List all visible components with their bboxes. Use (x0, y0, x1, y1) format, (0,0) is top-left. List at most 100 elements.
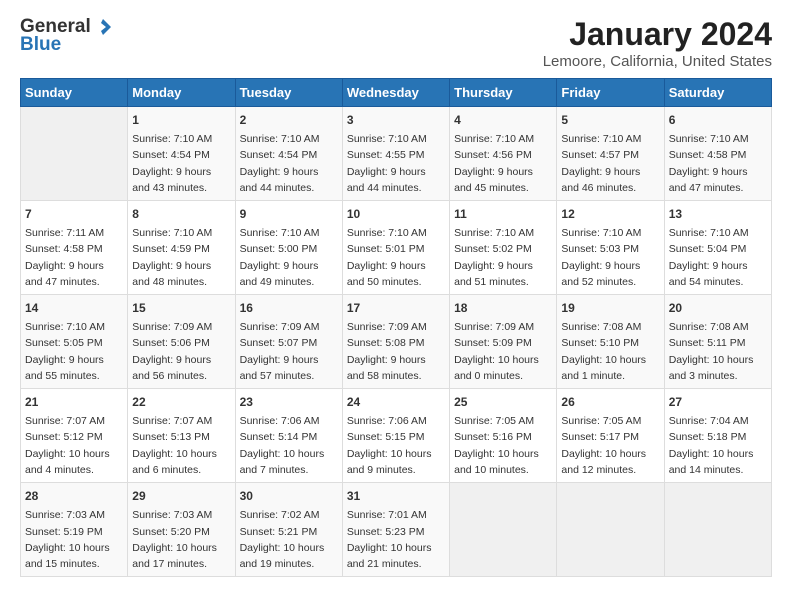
title-block: January 2024 Lemoore, California, United… (543, 16, 772, 70)
day-info: Sunrise: 7:10 AM Sunset: 4:56 PM Dayligh… (454, 131, 552, 196)
calendar-week-row: 7 Sunrise: 7:11 AM Sunset: 4:58 PM Daylig… (21, 201, 772, 295)
day-info: Sunrise: 7:10 AM Sunset: 4:54 PM Dayligh… (132, 131, 230, 196)
column-header-saturday: Saturday (664, 79, 771, 107)
calendar-cell: 1 Sunrise: 7:10 AM Sunset: 4:54 PM Daylig… (128, 107, 235, 201)
day-number: 20 (669, 299, 767, 317)
day-number: 24 (347, 393, 445, 411)
day-number: 12 (561, 205, 659, 223)
day-info: Sunrise: 7:09 AM Sunset: 5:08 PM Dayligh… (347, 319, 445, 384)
day-info: Sunrise: 7:09 AM Sunset: 5:06 PM Dayligh… (132, 319, 230, 384)
calendar-cell: 27 Sunrise: 7:04 AM Sunset: 5:18 PM Dayli… (664, 389, 771, 483)
calendar-cell: 24Sunrise: 7:06 AM Sunset: 5:15 PM Dayli… (342, 389, 449, 483)
day-info: Sunrise: 7:03 AM Sunset: 5:20 PM Dayligh… (132, 507, 230, 572)
calendar-cell: 14Sunrise: 7:10 AM Sunset: 5:05 PM Dayli… (21, 295, 128, 389)
day-number: 30 (240, 487, 338, 505)
day-number: 2 (240, 111, 338, 129)
day-number: 3 (347, 111, 445, 129)
day-info: Sunrise: 7:10 AM Sunset: 5:00 PM Dayligh… (240, 225, 338, 290)
calendar-cell: 28 Sunrise: 7:03 AM Sunset: 5:19 PM Dayli… (21, 483, 128, 577)
day-number: 6 (669, 111, 767, 129)
day-info: Sunrise: 7:11 AM Sunset: 4:58 PM Dayligh… (25, 225, 123, 290)
calendar-cell: 5 Sunrise: 7:10 AM Sunset: 4:57 PM Daylig… (557, 107, 664, 201)
calendar-cell: 20 Sunrise: 7:08 AM Sunset: 5:11 PM Dayli… (664, 295, 771, 389)
calendar-cell: 29Sunrise: 7:03 AM Sunset: 5:20 PM Dayli… (128, 483, 235, 577)
calendar-cell: 31 Sunrise: 7:01 AM Sunset: 5:23 PM Dayli… (342, 483, 449, 577)
calendar-cell: 19Sunrise: 7:08 AM Sunset: 5:10 PM Dayli… (557, 295, 664, 389)
column-header-thursday: Thursday (450, 79, 557, 107)
day-info: Sunrise: 7:02 AM Sunset: 5:21 PM Dayligh… (240, 507, 338, 572)
day-info: Sunrise: 7:01 AM Sunset: 5:23 PM Dayligh… (347, 507, 445, 572)
calendar-cell: 2Sunrise: 7:10 AM Sunset: 4:54 PM Daylig… (235, 107, 342, 201)
page-subtitle: Lemoore, California, United States (543, 53, 772, 70)
day-info: Sunrise: 7:10 AM Sunset: 5:01 PM Dayligh… (347, 225, 445, 290)
calendar-cell: 10Sunrise: 7:10 AM Sunset: 5:01 PM Dayli… (342, 201, 449, 295)
calendar-cell (21, 107, 128, 201)
day-number: 17 (347, 299, 445, 317)
day-info: Sunrise: 7:10 AM Sunset: 4:55 PM Dayligh… (347, 131, 445, 196)
calendar-cell: 12Sunrise: 7:10 AM Sunset: 5:03 PM Dayli… (557, 201, 664, 295)
day-info: Sunrise: 7:09 AM Sunset: 5:07 PM Dayligh… (240, 319, 338, 384)
column-header-monday: Monday (128, 79, 235, 107)
day-info: Sunrise: 7:07 AM Sunset: 5:12 PM Dayligh… (25, 413, 123, 478)
day-number: 9 (240, 205, 338, 223)
logo-blue-text: Blue (20, 34, 61, 56)
day-info: Sunrise: 7:10 AM Sunset: 5:05 PM Dayligh… (25, 319, 123, 384)
page-title: January 2024 (543, 16, 772, 53)
day-info: Sunrise: 7:03 AM Sunset: 5:19 PM Dayligh… (25, 507, 123, 572)
calendar-cell: 16 Sunrise: 7:09 AM Sunset: 5:07 PM Dayli… (235, 295, 342, 389)
logo-icon (93, 17, 113, 37)
day-number: 27 (669, 393, 767, 411)
calendar-cell: 23 Sunrise: 7:06 AM Sunset: 5:14 PM Dayli… (235, 389, 342, 483)
day-info: Sunrise: 7:10 AM Sunset: 4:58 PM Dayligh… (669, 131, 767, 196)
day-number: 11 (454, 205, 552, 223)
day-number: 23 (240, 393, 338, 411)
calendar-cell: 30 Sunrise: 7:02 AM Sunset: 5:21 PM Dayli… (235, 483, 342, 577)
calendar-table: SundayMondayTuesdayWednesdayThursdayFrid… (20, 78, 772, 577)
calendar-cell: 17 Sunrise: 7:09 AM Sunset: 5:08 PM Dayli… (342, 295, 449, 389)
calendar-cell: 21 Sunrise: 7:07 AM Sunset: 5:12 PM Dayli… (21, 389, 128, 483)
column-header-wednesday: Wednesday (342, 79, 449, 107)
calendar-cell (450, 483, 557, 577)
calendar-cell: 3 Sunrise: 7:10 AM Sunset: 4:55 PM Daylig… (342, 107, 449, 201)
day-number: 25 (454, 393, 552, 411)
day-info: Sunrise: 7:08 AM Sunset: 5:11 PM Dayligh… (669, 319, 767, 384)
day-info: Sunrise: 7:09 AM Sunset: 5:09 PM Dayligh… (454, 319, 552, 384)
column-header-friday: Friday (557, 79, 664, 107)
day-info: Sunrise: 7:04 AM Sunset: 5:18 PM Dayligh… (669, 413, 767, 478)
day-number: 22 (132, 393, 230, 411)
calendar-cell: 6 Sunrise: 7:10 AM Sunset: 4:58 PM Daylig… (664, 107, 771, 201)
calendar-cell: 13Sunrise: 7:10 AM Sunset: 5:04 PM Dayli… (664, 201, 771, 295)
calendar-cell: 11 Sunrise: 7:10 AM Sunset: 5:02 PM Dayli… (450, 201, 557, 295)
calendar-cell: 25 Sunrise: 7:05 AM Sunset: 5:16 PM Dayli… (450, 389, 557, 483)
calendar-cell: 4 Sunrise: 7:10 AM Sunset: 4:56 PM Daylig… (450, 107, 557, 201)
day-info: Sunrise: 7:10 AM Sunset: 4:57 PM Dayligh… (561, 131, 659, 196)
day-number: 16 (240, 299, 338, 317)
calendar-week-row: 1 Sunrise: 7:10 AM Sunset: 4:54 PM Daylig… (21, 107, 772, 201)
calendar-week-row: 21 Sunrise: 7:07 AM Sunset: 5:12 PM Dayli… (21, 389, 772, 483)
calendar-cell: 8Sunrise: 7:10 AM Sunset: 4:59 PM Daylig… (128, 201, 235, 295)
day-number: 7 (25, 205, 123, 223)
column-header-sunday: Sunday (21, 79, 128, 107)
day-info: Sunrise: 7:07 AM Sunset: 5:13 PM Dayligh… (132, 413, 230, 478)
calendar-cell: 9 Sunrise: 7:10 AM Sunset: 5:00 PM Daylig… (235, 201, 342, 295)
day-info: Sunrise: 7:06 AM Sunset: 5:14 PM Dayligh… (240, 413, 338, 478)
day-number: 31 (347, 487, 445, 505)
day-info: Sunrise: 7:10 AM Sunset: 4:59 PM Dayligh… (132, 225, 230, 290)
day-info: Sunrise: 7:05 AM Sunset: 5:17 PM Dayligh… (561, 413, 659, 478)
day-info: Sunrise: 7:05 AM Sunset: 5:16 PM Dayligh… (454, 413, 552, 478)
day-info: Sunrise: 7:10 AM Sunset: 5:02 PM Dayligh… (454, 225, 552, 290)
day-info: Sunrise: 7:10 AM Sunset: 5:04 PM Dayligh… (669, 225, 767, 290)
calendar-week-row: 28 Sunrise: 7:03 AM Sunset: 5:19 PM Dayli… (21, 483, 772, 577)
day-number: 5 (561, 111, 659, 129)
day-number: 28 (25, 487, 123, 505)
calendar-week-row: 14Sunrise: 7:10 AM Sunset: 5:05 PM Dayli… (21, 295, 772, 389)
column-header-tuesday: Tuesday (235, 79, 342, 107)
calendar-cell: 15Sunrise: 7:09 AM Sunset: 5:06 PM Dayli… (128, 295, 235, 389)
day-number: 21 (25, 393, 123, 411)
calendar-cell (664, 483, 771, 577)
day-number: 4 (454, 111, 552, 129)
calendar-cell: 7 Sunrise: 7:11 AM Sunset: 4:58 PM Daylig… (21, 201, 128, 295)
day-number: 19 (561, 299, 659, 317)
day-number: 1 (132, 111, 230, 129)
calendar-cell: 18Sunrise: 7:09 AM Sunset: 5:09 PM Dayli… (450, 295, 557, 389)
